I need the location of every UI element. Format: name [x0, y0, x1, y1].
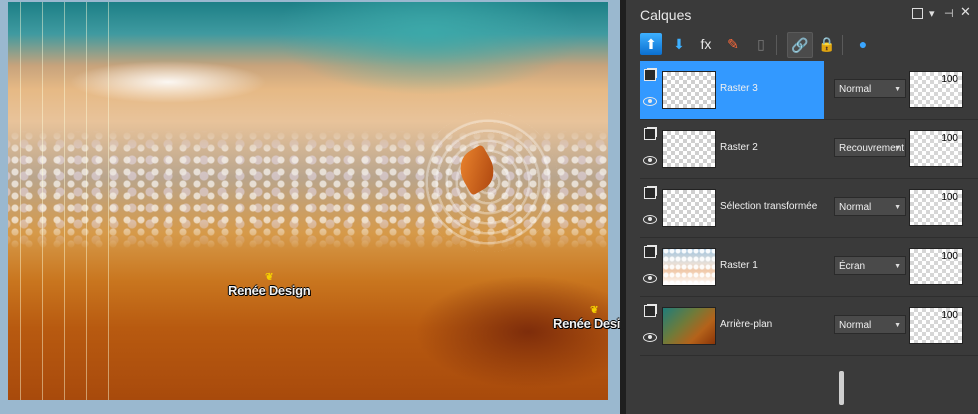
- chevron-down-icon: ▼: [894, 204, 901, 211]
- opacity-field[interactable]: 100: [909, 307, 963, 344]
- blend-mode-select[interactable]: Recouvrement ▼: [834, 138, 906, 157]
- blend-mode-value: Normal: [839, 202, 872, 213]
- chevron-down-icon: ▼: [894, 145, 901, 152]
- layer-name[interactable]: Arrière-plan: [720, 319, 772, 330]
- chevron-down-icon: ▼: [894, 86, 901, 93]
- eye-icon[interactable]: [643, 215, 657, 224]
- opacity-value: 100: [941, 310, 958, 321]
- layer-row[interactable]: Sélection transformée Normal ▼ 100: [640, 179, 978, 238]
- blend-mode-value: Normal: [839, 320, 872, 331]
- opacity-field[interactable]: 100: [909, 71, 963, 108]
- chevron-down-icon: ▼: [894, 322, 901, 329]
- layer-main[interactable]: Raster 2: [640, 120, 824, 178]
- mask-layer-icon[interactable]: ▯: [750, 33, 772, 55]
- blend-mode-select[interactable]: Normal ▼: [834, 315, 906, 334]
- opacity-value: 100: [941, 133, 958, 144]
- watermark-text-1: Renée Design: [228, 283, 311, 298]
- eye-icon[interactable]: [643, 333, 657, 342]
- adjustment-layer-icon[interactable]: ✎: [722, 33, 744, 55]
- toolbar-separator: [776, 35, 777, 55]
- layer-lock-icon[interactable]: [644, 305, 656, 317]
- opacity-value: 100: [941, 74, 958, 85]
- new-vector-layer-icon[interactable]: ⬇: [668, 33, 690, 55]
- layers-toolbar: ⬆ ⬇ fx ✎ ▯ 🔗 🔒 ●: [626, 30, 978, 60]
- eye-icon[interactable]: [643, 97, 657, 106]
- layer-thumbnail[interactable]: [662, 307, 716, 345]
- layer-visibility-column: [640, 238, 658, 296]
- layer-row[interactable]: Raster 1 Écran ▼ 100: [640, 238, 978, 297]
- layer-thumbnail[interactable]: [662, 130, 716, 168]
- layer-lock-icon[interactable]: [644, 246, 656, 258]
- dropdown-menu-icon[interactable]: ▾: [929, 8, 935, 20]
- layer-thumbnail[interactable]: [662, 248, 716, 286]
- layer-thumbnail[interactable]: [662, 71, 716, 109]
- blend-mode-select[interactable]: Normal ▼: [834, 79, 906, 98]
- layer-lock-icon[interactable]: [644, 69, 656, 81]
- layer-name[interactable]: Raster 3: [720, 83, 758, 94]
- layer-properties: Normal ▼ 100: [826, 61, 978, 119]
- opacity-value: 100: [941, 192, 958, 203]
- layer-name[interactable]: Sélection transformée: [720, 201, 817, 212]
- light-streaks: [8, 2, 118, 400]
- layer-visibility-column: [640, 120, 658, 178]
- eye-icon[interactable]: [643, 274, 657, 283]
- layer-main[interactable]: Arrière-plan: [640, 297, 824, 355]
- layer-effects-icon[interactable]: fx: [695, 33, 717, 55]
- link-icon[interactable]: 🔗: [787, 32, 813, 58]
- image-canvas[interactable]: ❦ Renée Design: [8, 2, 608, 400]
- layer-properties: Normal ▼ 100: [826, 297, 978, 355]
- layer-thumbnail[interactable]: [662, 189, 716, 227]
- eye-icon[interactable]: [643, 156, 657, 165]
- layer-main[interactable]: Raster 1: [640, 238, 824, 296]
- splitter-grip[interactable]: [839, 371, 844, 405]
- blend-mode-select[interactable]: Normal ▼: [834, 197, 906, 216]
- layer-visibility-column: [640, 179, 658, 237]
- layer-main[interactable]: Raster 3: [640, 61, 824, 119]
- blend-mode-value: Normal: [839, 84, 872, 95]
- palette-title: Calques: [640, 7, 692, 23]
- layer-properties: Recouvrement ▼ 100: [826, 120, 978, 178]
- blend-mode-value: Écran: [839, 261, 866, 272]
- layer-lock-icon[interactable]: [644, 187, 656, 199]
- blend-mode-select[interactable]: Écran ▼: [834, 256, 906, 275]
- layer-main[interactable]: Sélection transformée: [640, 179, 824, 237]
- opacity-field[interactable]: 100: [909, 189, 963, 226]
- palette-header: Calques ▾ ⊣ ✕: [626, 0, 978, 30]
- layer-name[interactable]: Raster 1: [720, 260, 758, 271]
- opacity-field[interactable]: 100: [909, 248, 963, 285]
- lock-icon[interactable]: 🔒: [816, 33, 838, 55]
- opacity-value: 100: [941, 251, 958, 262]
- new-raster-layer-icon[interactable]: ⬆: [640, 33, 662, 55]
- layer-row[interactable]: Raster 2 Recouvrement ▼ 100: [640, 120, 978, 179]
- opacity-field[interactable]: 100: [909, 130, 963, 167]
- layers-list: Raster 3 Normal ▼ 100 Raster 2 Recouvrem…: [640, 61, 978, 414]
- toolbar-separator: [842, 35, 843, 55]
- watermark-1: ❦ Renée Design: [228, 272, 311, 299]
- layer-properties: Normal ▼ 100: [826, 179, 978, 237]
- layer-properties: Écran ▼ 100: [826, 238, 978, 296]
- butterfly-logo-icon: ❦: [590, 305, 599, 316]
- butterfly-logo-icon: ❦: [265, 272, 274, 283]
- layer-lock-icon[interactable]: [644, 128, 656, 140]
- pin-icon[interactable]: ⊣: [944, 8, 954, 20]
- maximize-icon[interactable]: [912, 8, 923, 19]
- layers-palette: Calques ▾ ⊣ ✕ ⬆ ⬇ fx ✎ ▯ 🔗 🔒 ● Raster 3: [626, 0, 978, 414]
- layer-name[interactable]: Raster 2: [720, 142, 758, 153]
- layer-visibility-column: [640, 61, 658, 119]
- layer-row[interactable]: Raster 3 Normal ▼ 100: [640, 61, 978, 120]
- document-canvas-area[interactable]: ❦ Renée Design ❦ Renée Design: [0, 0, 636, 414]
- layer-style-icon[interactable]: ●: [852, 33, 874, 55]
- layer-visibility-column: [640, 297, 658, 355]
- layer-row[interactable]: Arrière-plan Normal ▼ 100: [640, 297, 978, 356]
- close-icon[interactable]: ✕: [960, 5, 971, 18]
- chevron-down-icon: ▼: [894, 263, 901, 270]
